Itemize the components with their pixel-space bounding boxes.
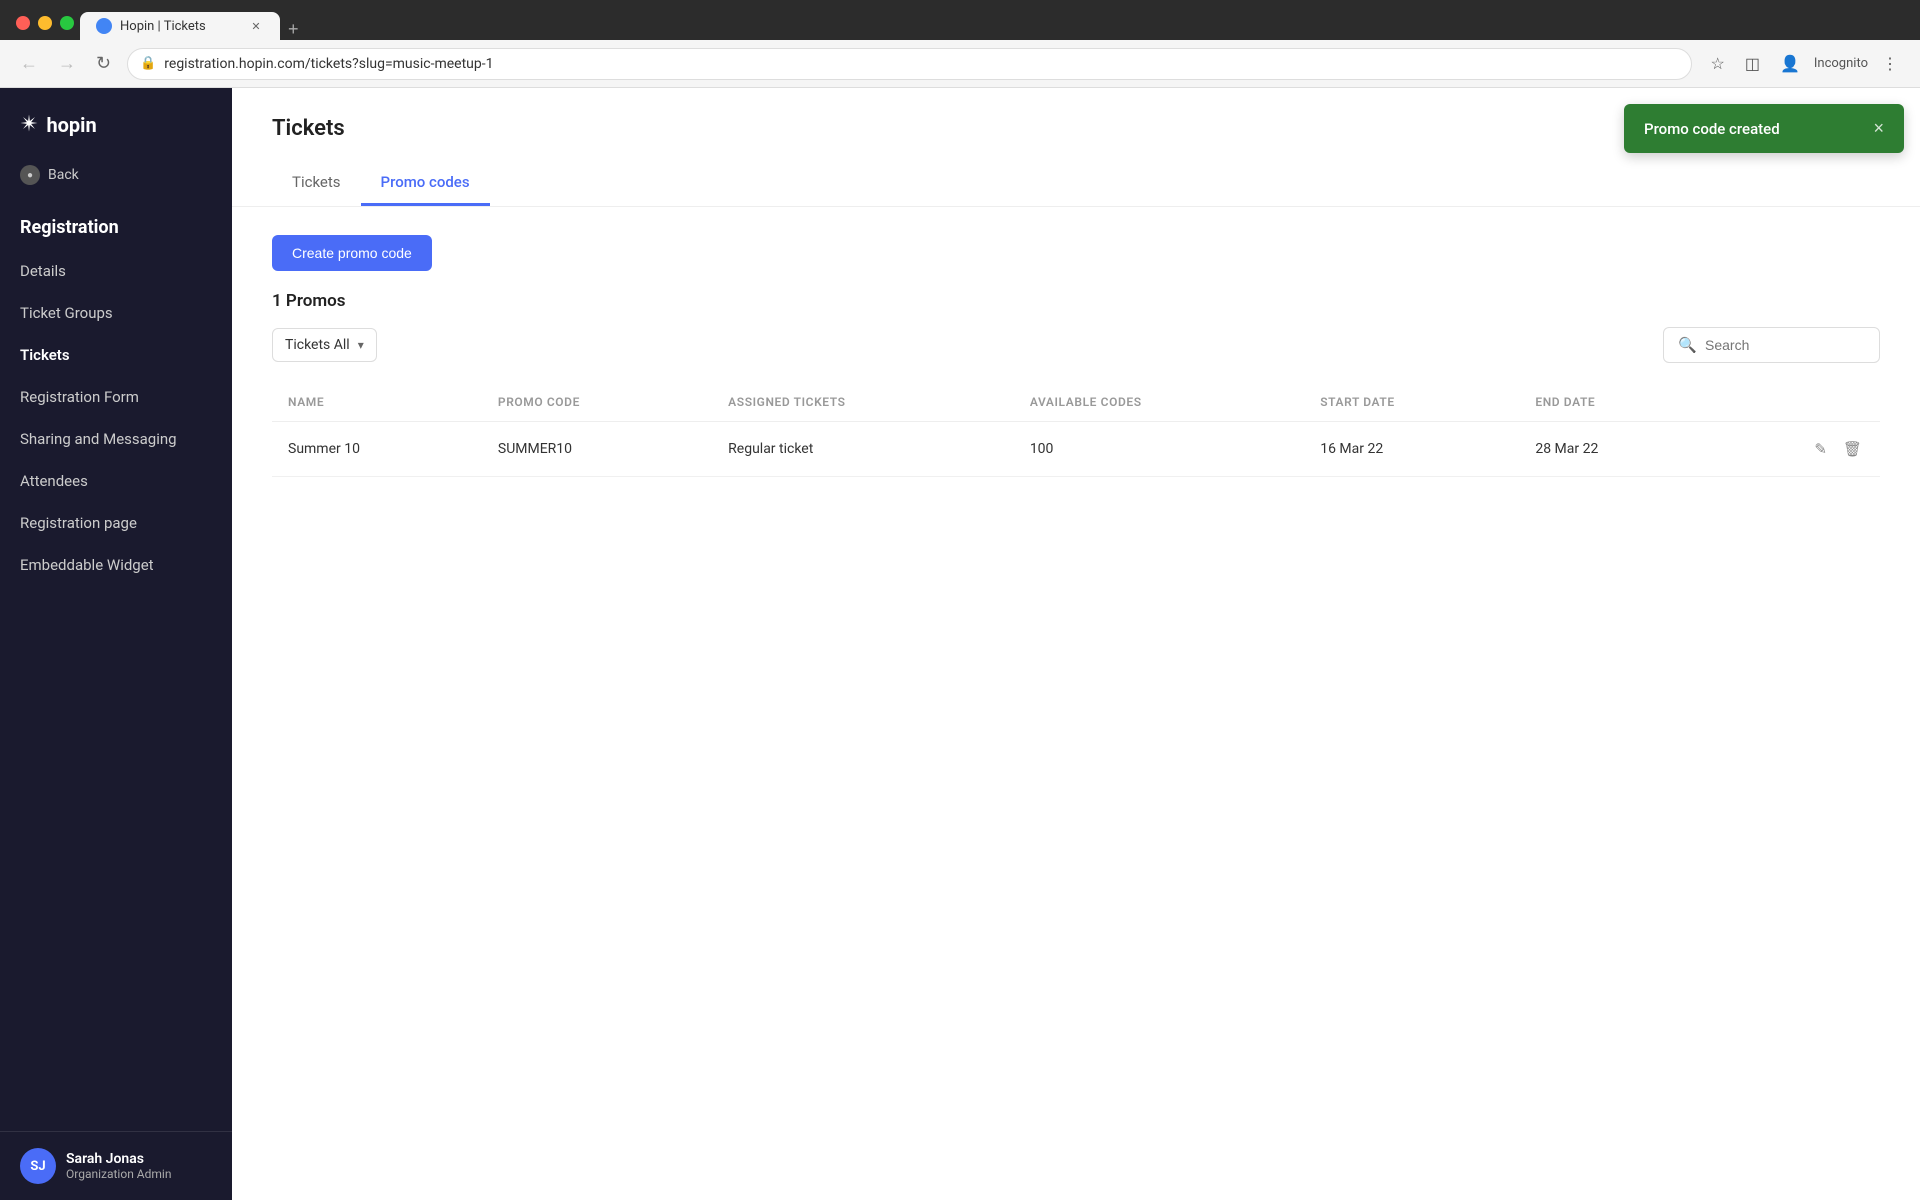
cell-start-date: 16 Mar 22: [1304, 422, 1519, 477]
tabs: Tickets Promo codes: [272, 161, 1880, 206]
sidebar-item-sharing-messaging[interactable]: Sharing and Messaging: [0, 418, 232, 460]
main-content: Promo code created × Tickets Tickets Pro…: [232, 88, 1920, 1200]
more-options-button[interactable]: ⋮: [1876, 50, 1904, 78]
sidebar-item-registration-page-label: Registration page: [20, 514, 137, 532]
sidebar-item-details-label: Details: [20, 262, 66, 280]
footer-role: Organization Admin: [66, 1167, 171, 1181]
search-icon: 🔍: [1678, 336, 1697, 354]
search-input[interactable]: [1705, 337, 1865, 353]
filter-label: Tickets All: [285, 337, 350, 353]
table-wrapper: NAME PROMO CODE ASSIGNED TICKETS AVAILAB…: [272, 375, 1880, 477]
sidebar-item-embeddable-widget-label: Embeddable Widget: [20, 556, 154, 574]
chevron-down-icon: ▾: [358, 338, 364, 352]
sidebar-logo: ✴ hopin: [0, 88, 232, 157]
avatar: SJ: [20, 1148, 56, 1184]
footer-name: Sarah Jonas: [66, 1151, 171, 1167]
promo-codes-table: NAME PROMO CODE ASSIGNED TICKETS AVAILAB…: [272, 383, 1880, 477]
sidebar-item-ticket-groups[interactable]: Ticket Groups: [0, 292, 232, 334]
cell-actions: ✎ 🗑: [1711, 422, 1880, 477]
col-header-available-codes: AVAILABLE CODES: [1014, 383, 1304, 422]
search-box[interactable]: 🔍: [1663, 327, 1880, 363]
logo-icon: ✴: [20, 112, 38, 137]
reload-button[interactable]: ↻: [92, 49, 115, 78]
browser-tab-active[interactable]: Hopin | Tickets ✕: [80, 12, 280, 40]
logo-text: hopin: [46, 113, 96, 137]
sidebar-item-attendees-label: Attendees: [20, 472, 88, 490]
sidebar: ✴ hopin ● Back Registration Details Tick…: [0, 88, 232, 1200]
new-tab-button[interactable]: +: [280, 19, 307, 40]
sidebar-item-attendees[interactable]: Attendees: [0, 460, 232, 502]
back-label: Back: [48, 167, 79, 183]
col-header-actions: [1711, 383, 1880, 422]
sidebar-footer: SJ Sarah Jonas Organization Admin: [0, 1131, 232, 1200]
col-header-promo-code: PROMO CODE: [482, 383, 712, 422]
sidebar-nav: Details Ticket Groups Tickets Registrati…: [0, 250, 232, 1131]
back-button[interactable]: ←: [16, 49, 42, 78]
sidebar-item-details[interactable]: Details: [0, 250, 232, 292]
toast-notification: Promo code created ×: [1624, 104, 1904, 153]
content-area: Create promo code 1 Promos Tickets All ▾…: [232, 207, 1920, 1200]
delete-row-button[interactable]: 🗑: [1841, 438, 1864, 460]
sidebar-item-tickets-label: Tickets: [20, 346, 70, 364]
window-minimize-button[interactable]: [38, 16, 52, 30]
cell-name: Summer 10: [272, 422, 482, 477]
cell-available-codes: 100: [1014, 422, 1304, 477]
toast-close-button[interactable]: ×: [1873, 118, 1884, 139]
sidebar-item-registration-form[interactable]: Registration Form: [0, 376, 232, 418]
split-view-button[interactable]: ◫: [1739, 50, 1766, 78]
tab-promo-codes[interactable]: Promo codes: [361, 161, 490, 206]
back-circle-icon: ●: [20, 165, 40, 185]
window-maximize-button[interactable]: [60, 16, 74, 30]
col-header-assigned-tickets: ASSIGNED TICKETS: [712, 383, 1014, 422]
tab-close-button[interactable]: ✕: [248, 18, 264, 34]
address-bar[interactable]: 🔒 registration.hopin.com/tickets?slug=mu…: [127, 48, 1692, 80]
sidebar-item-tickets[interactable]: Tickets: [0, 334, 232, 376]
row-actions: ✎ 🗑: [1727, 438, 1864, 460]
sidebar-item-registration-form-label: Registration Form: [20, 388, 139, 406]
col-header-name: NAME: [272, 383, 482, 422]
table-body: Summer 10 SUMMER10 Regular ticket 100 16…: [272, 422, 1880, 477]
cell-assigned-tickets: Regular ticket: [712, 422, 1014, 477]
table-toolbar: Tickets All ▾ 🔍: [272, 327, 1880, 363]
bookmark-button[interactable]: ☆: [1704, 50, 1730, 78]
cell-promo-code: SUMMER10: [482, 422, 712, 477]
tab-title: Hopin | Tickets: [120, 19, 240, 34]
incognito-label: Incognito: [1814, 56, 1868, 71]
promos-count: 1 Promos: [272, 291, 1880, 311]
sidebar-item-embeddable-widget[interactable]: Embeddable Widget: [0, 544, 232, 586]
forward-button[interactable]: →: [54, 49, 80, 78]
col-header-end-date: END DATE: [1519, 383, 1711, 422]
sidebar-item-ticket-groups-label: Ticket Groups: [20, 304, 113, 322]
profile-button[interactable]: 👤: [1774, 50, 1806, 78]
footer-info: Sarah Jonas Organization Admin: [66, 1151, 171, 1181]
sidebar-item-sharing-messaging-label: Sharing and Messaging: [20, 430, 177, 448]
edit-row-button[interactable]: ✎: [1812, 438, 1829, 460]
sidebar-section-title: Registration: [0, 201, 232, 250]
table-header: NAME PROMO CODE ASSIGNED TICKETS AVAILAB…: [272, 383, 1880, 422]
lock-icon: 🔒: [140, 56, 156, 71]
col-header-start-date: START DATE: [1304, 383, 1519, 422]
create-promo-code-button[interactable]: Create promo code: [272, 235, 432, 271]
tab-favicon: [96, 18, 112, 34]
table-row: Summer 10 SUMMER10 Regular ticket 100 16…: [272, 422, 1880, 477]
window-close-button[interactable]: [16, 16, 30, 30]
tickets-filter-dropdown[interactable]: Tickets All ▾: [272, 328, 377, 362]
sidebar-item-registration-page[interactable]: Registration page: [0, 502, 232, 544]
cell-end-date: 28 Mar 22: [1519, 422, 1711, 477]
tab-tickets[interactable]: Tickets: [272, 161, 361, 206]
toast-message: Promo code created: [1644, 120, 1780, 138]
address-text: registration.hopin.com/tickets?slug=musi…: [164, 56, 1679, 72]
back-nav-button[interactable]: ● Back: [0, 157, 232, 201]
